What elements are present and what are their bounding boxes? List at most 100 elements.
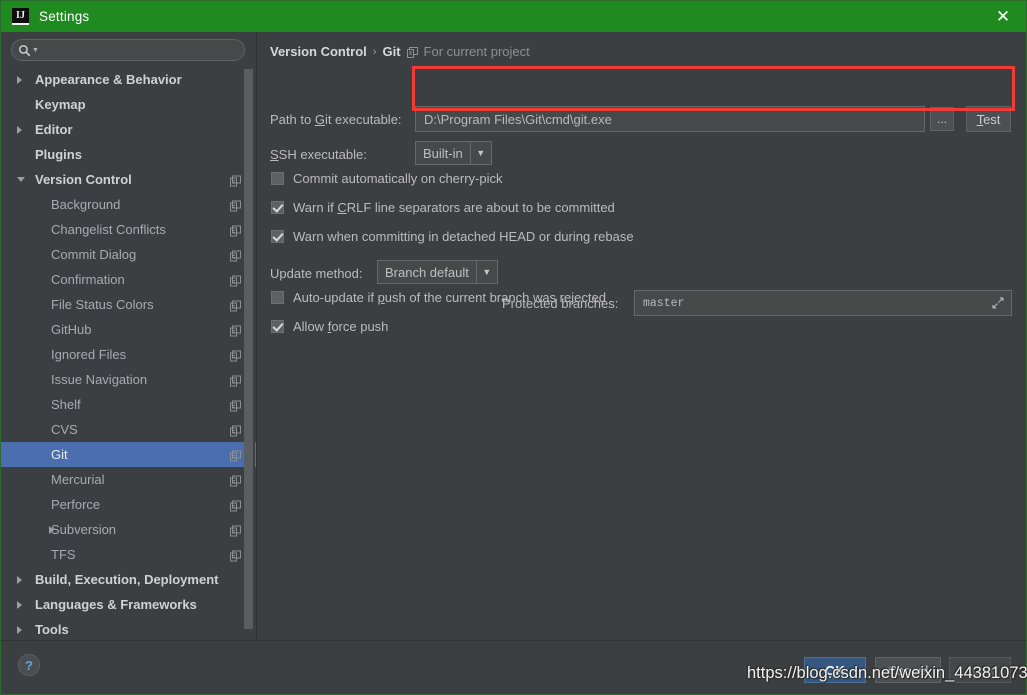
apply-button[interactable]: Apply (949, 657, 1011, 683)
sidebar-item-build-execution-deployment[interactable]: Build, Execution, Deployment (1, 567, 257, 592)
checkbox-box[interactable] (271, 172, 284, 185)
search-icon (18, 44, 31, 57)
sidebar-item-label: Tools (35, 622, 69, 637)
sidebar-item-keymap[interactable]: Keymap (1, 92, 257, 117)
project-scope-icon (230, 549, 241, 561)
sidebar-item-cvs[interactable]: CVS (1, 417, 257, 442)
chevron-right-icon[interactable] (17, 125, 22, 134)
settings-search-box[interactable]: ▼ (11, 39, 245, 61)
sidebar-item-issue-navigation[interactable]: Issue Navigation (1, 367, 257, 392)
chevron-down-icon[interactable]: ▼ (469, 142, 491, 164)
update-method-label: Update method: (270, 266, 363, 281)
sidebar-item-label: Keymap (35, 97, 86, 112)
sidebar-item-label: Version Control (35, 172, 132, 187)
sidebar-item-changelist-conflicts[interactable]: Changelist Conflicts (1, 217, 257, 242)
breadcrumb-current: Git (382, 44, 401, 59)
sidebar-item-editor[interactable]: Editor (1, 117, 257, 142)
checkbox-label: Commit automatically on cherry-pick (293, 171, 503, 186)
chevron-right-icon[interactable] (49, 525, 54, 534)
sidebar-item-label: File Status Colors (51, 297, 154, 312)
project-scope-icon (230, 374, 241, 386)
checkbox-box[interactable] (271, 230, 284, 243)
checkbox-box[interactable] (271, 320, 284, 333)
chevron-right-icon[interactable] (17, 600, 22, 609)
sidebar-item-label: Mercurial (51, 472, 105, 487)
sidebar-item-label: Appearance & Behavior (35, 72, 182, 87)
ok-button[interactable]: OK (804, 657, 866, 683)
sidebar-item-subversion[interactable]: Subversion (1, 517, 257, 542)
project-scope-icon (230, 349, 241, 361)
breadcrumb-root[interactable]: Version Control (270, 44, 367, 59)
checkbox-warn-detached-head[interactable]: Warn when committing in detached HEAD or… (271, 229, 634, 244)
test-button[interactable]: Test (966, 106, 1011, 132)
sidebar-item-perforce[interactable]: Perforce (1, 492, 257, 517)
sidebar-item-label: Changelist Conflicts (51, 222, 166, 237)
cancel-button[interactable]: Cancel (875, 657, 941, 683)
sidebar-item-version-control[interactable]: Version Control (1, 167, 257, 192)
intellij-idea-logo-icon: IJ (12, 8, 29, 25)
sidebar-item-confirmation[interactable]: Confirmation (1, 267, 257, 292)
protected-branches-input[interactable]: master (634, 290, 1012, 316)
checkbox-label: Warn if CRLF line separators are about t… (293, 200, 615, 215)
expand-icon[interactable] (992, 297, 1004, 309)
sidebar-item-shelf[interactable]: Shelf (1, 392, 257, 417)
settings-category-tree[interactable]: Appearance & Behavior Keymap Editor Plugins… (1, 67, 257, 640)
sidebar-item-label: Issue Navigation (51, 372, 148, 387)
sidebar-item-github[interactable]: GitHub (1, 317, 257, 342)
git-path-input[interactable]: D:\Program Files\Git\cmd\git.exe (415, 106, 925, 132)
project-scope-icon (406, 46, 418, 58)
update-method-select[interactable]: Branch default ▼ (377, 260, 498, 284)
search-input[interactable] (38, 43, 244, 57)
sidebar-item-ignored-files[interactable]: Ignored Files (1, 342, 257, 367)
browse-button[interactable]: ... (930, 107, 954, 131)
sidebar-item-label: Background (51, 197, 121, 212)
sidebar-item-label: Editor (35, 122, 73, 137)
sidebar-item-file-status-colors[interactable]: File Status Colors (1, 292, 257, 317)
project-scope-icon (230, 249, 241, 261)
sidebar-item-background[interactable]: Background (1, 192, 257, 217)
sidebar-item-appearance-behavior[interactable]: Appearance & Behavior (1, 67, 257, 92)
sidebar-item-label: CVS (51, 422, 78, 437)
ssh-executable-select[interactable]: Built-in ▼ (415, 141, 492, 165)
update-method-value: Branch default (385, 264, 469, 280)
sidebar-item-commit-dialog[interactable]: Commit Dialog (1, 242, 257, 267)
checkbox-box[interactable] (271, 291, 284, 304)
checkbox-allow-force-push[interactable]: Allow force push (271, 319, 388, 334)
sidebar-item-label: GitHub (51, 322, 92, 337)
checkbox-box[interactable] (271, 201, 284, 214)
sidebar-item-label: Perforce (51, 497, 101, 512)
settings-dialog: IJ Settings ✕ ▼ Appearance & Behavior Key… (0, 0, 1027, 695)
sidebar-item-mercurial[interactable]: Mercurial (1, 467, 257, 492)
sidebar-scrollbar-track[interactable] (244, 67, 255, 640)
project-scope-icon (230, 499, 241, 511)
sidebar-item-plugins[interactable]: Plugins (1, 142, 257, 167)
project-scope-icon (230, 424, 241, 436)
chevron-down-icon[interactable]: ▼ (32, 47, 39, 54)
checkbox-commit-on-cherry-pick[interactable]: Commit automatically on cherry-pick (271, 171, 503, 186)
sidebar-item-languages-frameworks[interactable]: Languages & Frameworks (1, 592, 257, 617)
chevron-right-icon[interactable] (17, 625, 22, 634)
project-scope-icon (230, 524, 241, 536)
chevron-right-icon[interactable] (17, 75, 22, 84)
ok-button-label: OK (825, 662, 845, 678)
project-scope-icon (230, 199, 241, 211)
breadcrumb: Version Control › Git For current projec… (270, 44, 530, 59)
project-scope-icon (230, 474, 241, 486)
git-path-label: Path to Git executable: (270, 112, 402, 127)
chevron-down-icon[interactable]: ▼ (475, 261, 497, 283)
project-scope-icon (230, 299, 241, 311)
checkbox-label: Allow force push (293, 319, 389, 334)
sidebar-scrollbar-thumb[interactable] (244, 69, 253, 629)
help-icon[interactable]: ? (18, 654, 40, 676)
sidebar-item-tools[interactable]: Tools (1, 617, 257, 640)
chevron-down-icon[interactable] (17, 177, 25, 182)
sidebar-item-git[interactable]: Git (1, 442, 257, 467)
checkbox-warn-crlf[interactable]: Warn if CRLF line separators are about t… (271, 200, 615, 215)
sidebar-item-tfs[interactable]: TFS (1, 542, 257, 567)
sidebar-item-label: Build, Execution, Deployment (35, 572, 219, 587)
close-icon[interactable]: ✕ (980, 1, 1026, 32)
chevron-right-icon[interactable] (17, 575, 22, 584)
sidebar-item-label: Ignored Files (51, 347, 127, 362)
ssh-executable-value: Built-in (423, 145, 463, 161)
sidebar-item-label: Languages & Frameworks (35, 597, 197, 612)
